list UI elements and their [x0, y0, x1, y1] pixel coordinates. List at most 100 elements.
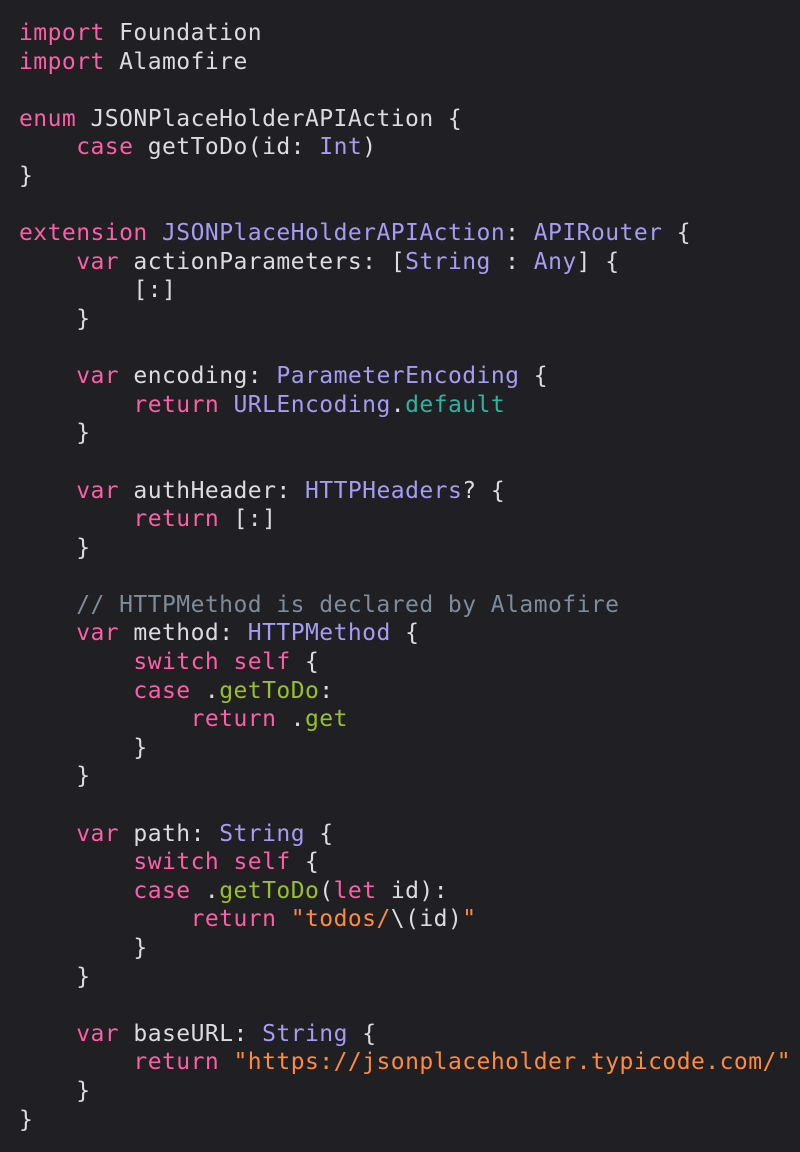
- code-line[interactable]: ​: [19, 76, 791, 105]
- code-view[interactable]: import Foundationimport Alamofire​enum J…: [19, 19, 791, 1134]
- code-token: var: [76, 620, 120, 647]
- code-token: case: [133, 677, 191, 704]
- code-token: }: [19, 1077, 91, 1104]
- code-line[interactable]: }: [19, 734, 791, 763]
- code-line[interactable]: return [:]: [19, 505, 791, 534]
- code-line[interactable]: import Foundation: [19, 19, 791, 48]
- code-line[interactable]: }: [19, 534, 791, 563]
- code-line[interactable]: var authHeader: HTTPHeaders? {: [19, 477, 791, 506]
- code-line[interactable]: enum JSONPlaceHolderAPIAction {: [19, 105, 791, 134]
- code-token: import: [19, 48, 105, 75]
- code-token: }: [19, 420, 91, 447]
- code-editor[interactable]: import Foundationimport Alamofire​enum J…: [0, 0, 800, 1152]
- code-token: Foundation: [104, 20, 263, 46]
- code-token: case: [133, 877, 191, 904]
- code-line[interactable]: var path: String {: [19, 820, 791, 849]
- code-line[interactable]: }: [19, 1077, 791, 1106]
- code-token: Int: [319, 134, 363, 161]
- code-line[interactable]: ​: [19, 334, 791, 363]
- code-line[interactable]: // HTTPMethod is declared by Alamofire: [19, 591, 791, 620]
- code-token: :: [319, 677, 334, 704]
- code-token: let: [333, 877, 377, 904]
- code-token: ? {: [462, 477, 506, 504]
- code-token: }: [19, 305, 91, 332]
- code-line[interactable]: ​: [19, 562, 791, 591]
- code-token: ": [462, 906, 477, 933]
- code-line[interactable]: ​: [19, 991, 791, 1020]
- code-line[interactable]: ​: [19, 448, 791, 477]
- code-token: String: [219, 820, 305, 847]
- code-line[interactable]: }: [19, 934, 791, 963]
- code-token: {: [390, 620, 420, 647]
- code-token: case: [76, 134, 134, 161]
- code-token: return: [190, 706, 277, 733]
- code-token: return: [133, 1049, 220, 1076]
- code-line[interactable]: }: [19, 305, 791, 334]
- code-line[interactable]: switch self {: [19, 848, 791, 877]
- code-line[interactable]: }: [19, 762, 791, 791]
- code-line[interactable]: extension JSONPlaceHolderAPIAction: APIR…: [19, 219, 791, 248]
- code-token: .: [276, 706, 305, 733]
- code-token: enum: [19, 105, 77, 132]
- code-token: String: [262, 1020, 348, 1047]
- code-line[interactable]: return "todos/\(id)": [19, 905, 791, 934]
- code-line[interactable]: return URLEncoding.default: [19, 391, 791, 420]
- code-token: var: [76, 363, 120, 390]
- code-token: (: [319, 877, 334, 904]
- code-token: // HTTPMethod is declared by Alamofire: [19, 591, 620, 618]
- code-line[interactable]: }: [19, 419, 791, 448]
- code-token: {: [290, 649, 320, 676]
- code-token: import: [19, 20, 105, 46]
- code-token: var: [76, 820, 120, 847]
- code-token: ParameterEncoding: [276, 363, 520, 390]
- code-token: {: [305, 820, 334, 847]
- code-line[interactable]: ​: [19, 191, 791, 220]
- code-line[interactable]: import Alamofire: [19, 48, 791, 77]
- code-token: switch: [133, 649, 220, 676]
- code-line[interactable]: [:]: [19, 276, 791, 305]
- code-line[interactable]: return "https://jsonplaceholder.typicode…: [19, 1048, 791, 1077]
- code-token: "todos/: [290, 906, 391, 933]
- code-token: JSONPlaceHolderAPIAction {: [76, 105, 463, 132]
- code-line[interactable]: case getToDo(id: Int): [19, 133, 791, 162]
- code-line[interactable]: }: [19, 963, 791, 992]
- code-line[interactable]: case .getToDo:: [19, 677, 791, 706]
- code-token: }: [19, 734, 148, 761]
- code-token: HTTPMethod: [247, 620, 391, 647]
- code-token: getToDo: [219, 877, 320, 904]
- code-line[interactable]: }: [19, 1106, 791, 1135]
- code-line[interactable]: var baseURL: String {: [19, 1020, 791, 1049]
- code-line[interactable]: ​: [19, 791, 791, 820]
- code-token: get: [304, 706, 348, 733]
- code-token: Any: [533, 248, 577, 275]
- code-line[interactable]: var actionParameters: [String : Any] {: [19, 248, 791, 277]
- code-token: var: [76, 1020, 120, 1047]
- code-token: actionParameters: [: [119, 248, 406, 275]
- code-line[interactable]: }: [19, 162, 791, 191]
- code-token: HTTPHeaders: [304, 477, 463, 504]
- code-line[interactable]: var method: HTTPMethod {: [19, 619, 791, 648]
- code-line[interactable]: return .get: [19, 705, 791, 734]
- code-token: "https://jsonplaceholder.typicode.com/": [233, 1049, 792, 1076]
- code-line[interactable]: case .getToDo(let id):: [19, 877, 791, 906]
- code-token: default: [405, 391, 506, 418]
- code-token: path:: [119, 820, 220, 847]
- code-token: self: [233, 649, 291, 676]
- code-line[interactable]: switch self {: [19, 648, 791, 677]
- code-token: {: [290, 849, 320, 876]
- code-line[interactable]: var encoding: ParameterEncoding {: [19, 362, 791, 391]
- code-token: URLEncoding: [233, 391, 391, 418]
- code-token: \(id): [390, 906, 463, 933]
